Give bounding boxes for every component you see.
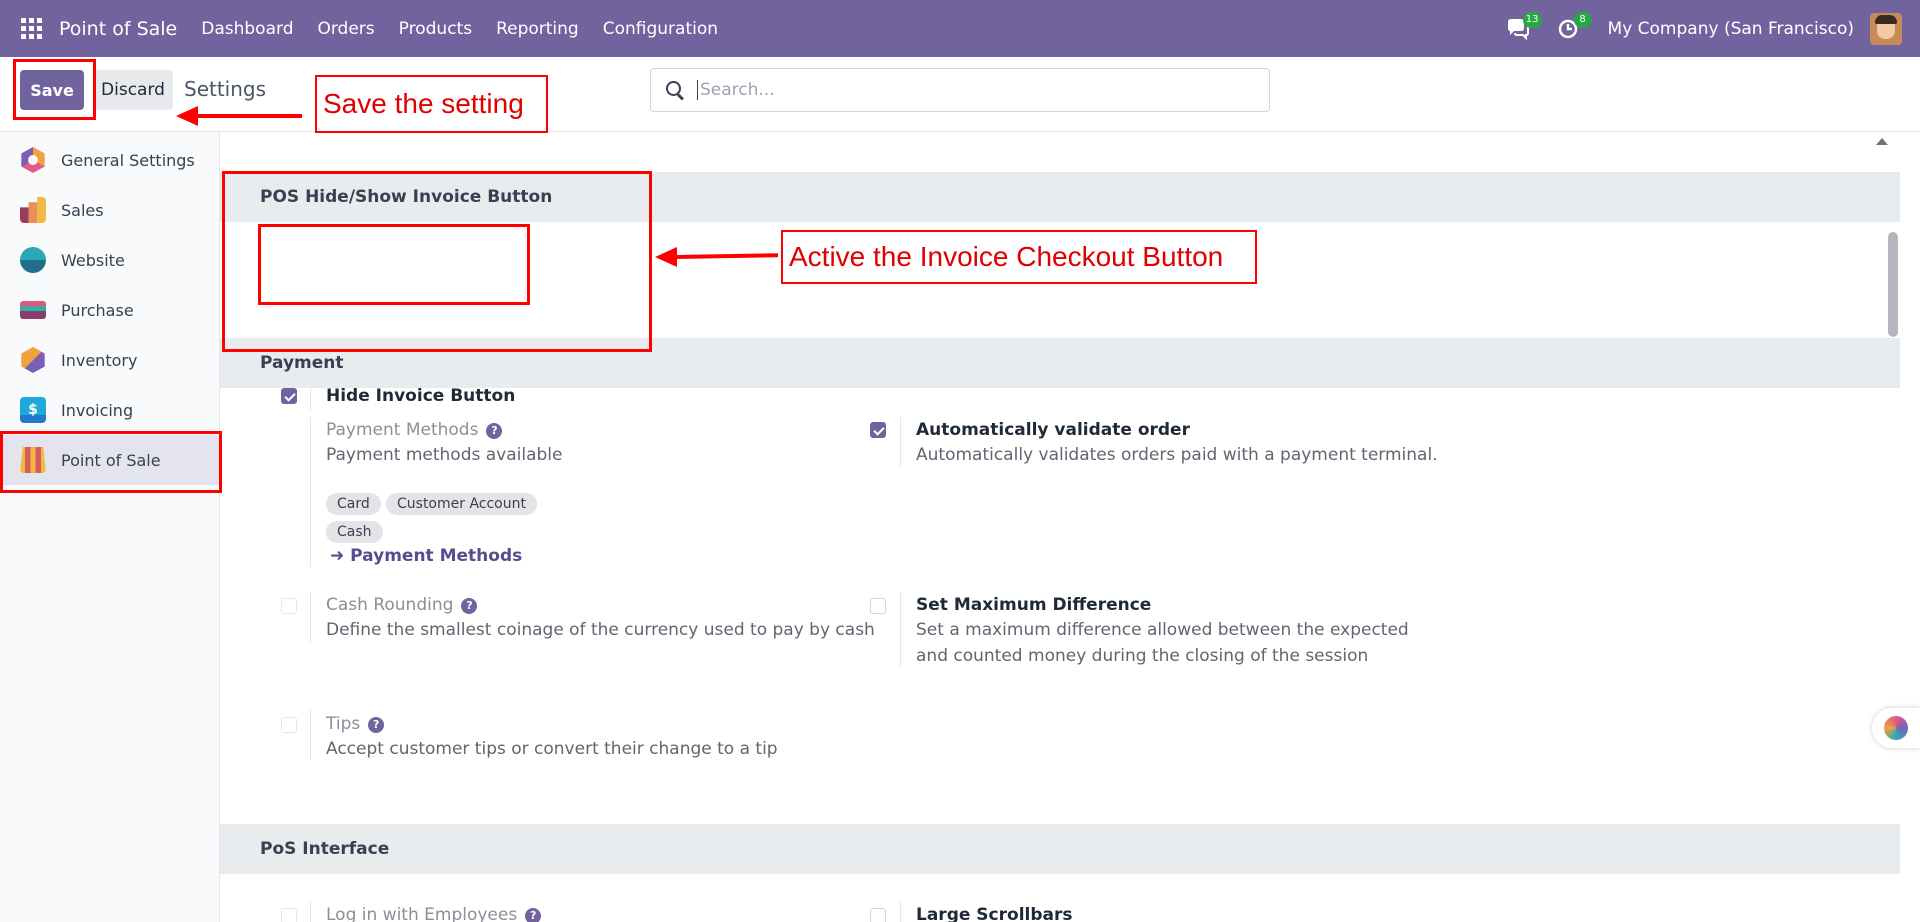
tips-desc: Accept customer tips or convert their ch…: [326, 739, 778, 759]
divider: [310, 417, 311, 567]
employees-checkbox[interactable]: [281, 908, 297, 922]
menu-reporting[interactable]: Reporting: [496, 19, 579, 39]
annotation-label-invoice: Active the Invoice Checkout Button: [781, 230, 1257, 284]
divider: [900, 417, 901, 467]
payment-method-tag[interactable]: Card: [326, 493, 381, 515]
divider: [900, 902, 901, 922]
inventory-icon: [21, 347, 45, 373]
auto-validate-desc: Automatically validates orders paid with…: [916, 445, 1438, 465]
user-avatar[interactable]: [1870, 12, 1902, 45]
payment-methods-desc: Payment methods available: [326, 445, 563, 465]
payment-methods-label: Payment Methods?: [326, 420, 503, 440]
sales-icon: [20, 197, 46, 223]
activities-button[interactable]: 8: [1554, 11, 1592, 43]
tips-label-text: Tips: [326, 714, 361, 734]
annotation-arrow-head: [655, 247, 677, 267]
max-difference-label: Set Maximum Difference: [916, 595, 1152, 615]
control-panel: Save Discard Settings: [0, 57, 1920, 132]
tips-label: Tips?: [326, 714, 385, 734]
divider: [310, 592, 311, 642]
cash-rounding-checkbox[interactable]: [281, 598, 297, 614]
annotation-box-checkbox: [258, 224, 530, 305]
sidebar-item-purchase[interactable]: Purchase: [0, 285, 219, 335]
payment-methods-label-text: Payment Methods: [326, 420, 479, 440]
arrow-right-icon: ➜: [330, 546, 351, 566]
help-icon[interactable]: ?: [486, 423, 503, 439]
divider: [900, 592, 901, 667]
divider: [310, 710, 311, 760]
sidebar-item-invoicing[interactable]: $ Invoicing: [0, 385, 219, 435]
section-header-pos-interface: PoS Interface: [220, 824, 1900, 874]
general-settings-icon: [21, 147, 45, 173]
sidebar-item-website[interactable]: Website: [0, 235, 219, 285]
hide-invoice-checkbox[interactable]: [281, 388, 297, 404]
cash-rounding-desc: Define the smallest coinage of the curre…: [326, 620, 875, 640]
menu-products[interactable]: Products: [399, 19, 472, 39]
max-difference-checkbox[interactable]: [870, 598, 886, 614]
employees-label-text: Log in with Employees: [326, 905, 518, 922]
payment-methods-link-text: Payment Methods: [350, 546, 523, 566]
sidebar-item-label: General Settings: [61, 150, 195, 170]
max-difference-desc: Set a maximum difference allowed between…: [916, 620, 1409, 666]
sidebar-item-label: Inventory: [61, 350, 138, 370]
large-scrollbars-checkbox[interactable]: [870, 908, 886, 922]
section-title: PoS Interface: [260, 839, 390, 859]
search-box[interactable]: [650, 68, 1270, 112]
help-icon[interactable]: ?: [525, 908, 542, 922]
apps-menu-icon[interactable]: [21, 17, 43, 40]
auto-validate-checkbox[interactable]: [870, 422, 886, 438]
menu-orders[interactable]: Orders: [317, 19, 374, 39]
invoicing-icon: $: [20, 397, 46, 423]
sidebar-item-sales[interactable]: Sales: [0, 185, 219, 235]
payment-methods-link[interactable]: ➜ Payment Methods: [330, 546, 522, 566]
section-title: Payment: [260, 353, 344, 373]
menu-configuration[interactable]: Configuration: [603, 19, 718, 39]
tips-checkbox[interactable]: [281, 717, 297, 733]
payment-method-tag[interactable]: Customer Account: [386, 493, 537, 515]
scrollbar-thumb[interactable]: [1888, 232, 1898, 337]
sidebar-item-inventory[interactable]: Inventory: [0, 335, 219, 385]
annotation-arrow-head: [176, 106, 198, 126]
navbar-systray: 13 8 My Company (San Francisco): [1504, 0, 1920, 57]
annotation-arrow-line: [196, 114, 302, 118]
annotation-label-save: Save the setting: [315, 75, 548, 133]
ai-assistant-button[interactable]: [1872, 708, 1920, 748]
messages-button[interactable]: 13: [1504, 11, 1542, 43]
annotation-box-save: [13, 59, 96, 120]
auto-validate-label: Automatically validate order: [916, 420, 1190, 440]
cash-rounding-label: Cash Rounding?: [326, 595, 478, 615]
sidebar-item-label: Invoicing: [61, 400, 134, 420]
company-switcher[interactable]: My Company (San Francisco): [1608, 19, 1854, 39]
scroll-up-arrow-icon[interactable]: [1876, 138, 1888, 145]
menu-dashboard[interactable]: Dashboard: [201, 19, 293, 39]
search-icon: [665, 80, 685, 100]
top-navbar: Point of Sale Dashboard Orders Products …: [0, 0, 1920, 57]
sidebar-item-label: Website: [61, 250, 125, 270]
cash-rounding-label-text: Cash Rounding: [326, 595, 454, 615]
hide-invoice-label: Hide Invoice Button: [326, 386, 516, 406]
settings-sidebar: General Settings Sales Website Purchase …: [0, 132, 220, 922]
search-input[interactable]: [697, 80, 1257, 100]
help-icon[interactable]: ?: [368, 717, 385, 733]
sidebar-item-general-settings[interactable]: General Settings: [0, 135, 219, 185]
sidebar-item-label: Sales: [61, 200, 104, 220]
messages-badge: 13: [1522, 11, 1542, 28]
purchase-icon: [20, 301, 46, 319]
payment-method-tag[interactable]: Cash: [326, 521, 383, 543]
help-icon[interactable]: ?: [461, 598, 478, 614]
sidebar-item-label: Purchase: [61, 300, 134, 320]
large-scrollbars-label: Large Scrollbars: [916, 905, 1073, 922]
divider: [310, 902, 311, 922]
brain-icon: [1884, 716, 1908, 740]
activities-badge: 8: [1573, 11, 1592, 28]
app-brand[interactable]: Point of Sale: [59, 18, 177, 40]
website-icon: [20, 247, 46, 273]
annotation-box-pos-sidebar: [0, 431, 222, 493]
employees-label: Log in with Employees?: [326, 905, 542, 922]
discard-button[interactable]: Discard: [93, 70, 173, 110]
page-title: Settings: [184, 77, 267, 101]
